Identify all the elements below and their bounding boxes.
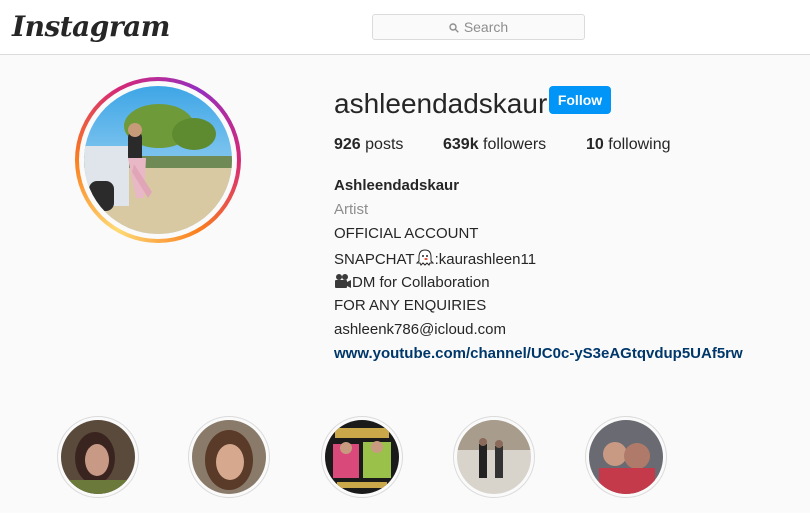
highlight-cover-4 — [457, 420, 531, 494]
following-label: following — [608, 136, 671, 153]
bio-line-snapchat: SNAPCHAT :kaurashleen11 — [334, 249, 536, 268]
top-navigation-bar: Instagram Search — [0, 0, 810, 55]
follow-button[interactable]: Follow — [549, 86, 611, 114]
profile-avatar — [84, 86, 232, 234]
profile-full-name: Ashleendadskaur — [334, 177, 460, 194]
story-highlight-3[interactable] — [321, 416, 403, 498]
avatar-gap — [79, 81, 237, 239]
bio-snapchat-handle: :kaurashleen11 — [434, 251, 537, 268]
posts-stat: 926 posts — [334, 136, 403, 154]
profile-category: Artist — [334, 201, 369, 218]
search-placeholder: Search — [463, 19, 509, 35]
bio-snapchat-label: SNAPCHAT — [334, 251, 415, 268]
profile-website-link[interactable]: www.youtube.com/channel/UC0c-yS3eAGtqvdu… — [334, 345, 743, 362]
bio-line-enquiries: FOR ANY ENQUIRIES — [334, 297, 487, 314]
posts-label: posts — [365, 136, 404, 153]
movie-camera-icon — [335, 274, 351, 288]
bio-line-email: ashleenk786@icloud.com — [334, 321, 506, 338]
followers-count: 639k — [443, 136, 479, 153]
highlight-cover-1 — [61, 420, 135, 494]
story-highlight-4[interactable] — [453, 416, 535, 498]
posts-count: 926 — [334, 136, 361, 153]
profile-username: ashleendadskaur — [334, 88, 548, 119]
story-highlight-2[interactable] — [188, 416, 270, 498]
search-input[interactable]: Search — [372, 14, 585, 40]
highlight-cover-3 — [325, 420, 399, 494]
search-placeholder-wrap: Search — [373, 19, 584, 35]
ghost-emoji-icon — [415, 249, 434, 266]
instagram-logo[interactable]: Instagram — [12, 10, 170, 43]
search-icon — [449, 23, 459, 33]
story-highlight-1[interactable] — [57, 416, 139, 498]
bio-line-official: OFFICIAL ACCOUNT — [334, 225, 479, 242]
profile-avatar-ring[interactable] — [75, 77, 241, 243]
followers-stat[interactable]: 639k followers — [443, 136, 546, 154]
highlight-cover-2 — [192, 420, 266, 494]
bio-line-collab: DM for Collaboration — [334, 273, 490, 291]
bio-collab-text: DM for Collaboration — [352, 274, 490, 291]
following-stat[interactable]: 10 following — [586, 136, 671, 154]
highlight-cover-5 — [589, 420, 663, 494]
story-highlight-5[interactable] — [585, 416, 667, 498]
following-count: 10 — [586, 136, 604, 153]
followers-label: followers — [483, 136, 547, 153]
